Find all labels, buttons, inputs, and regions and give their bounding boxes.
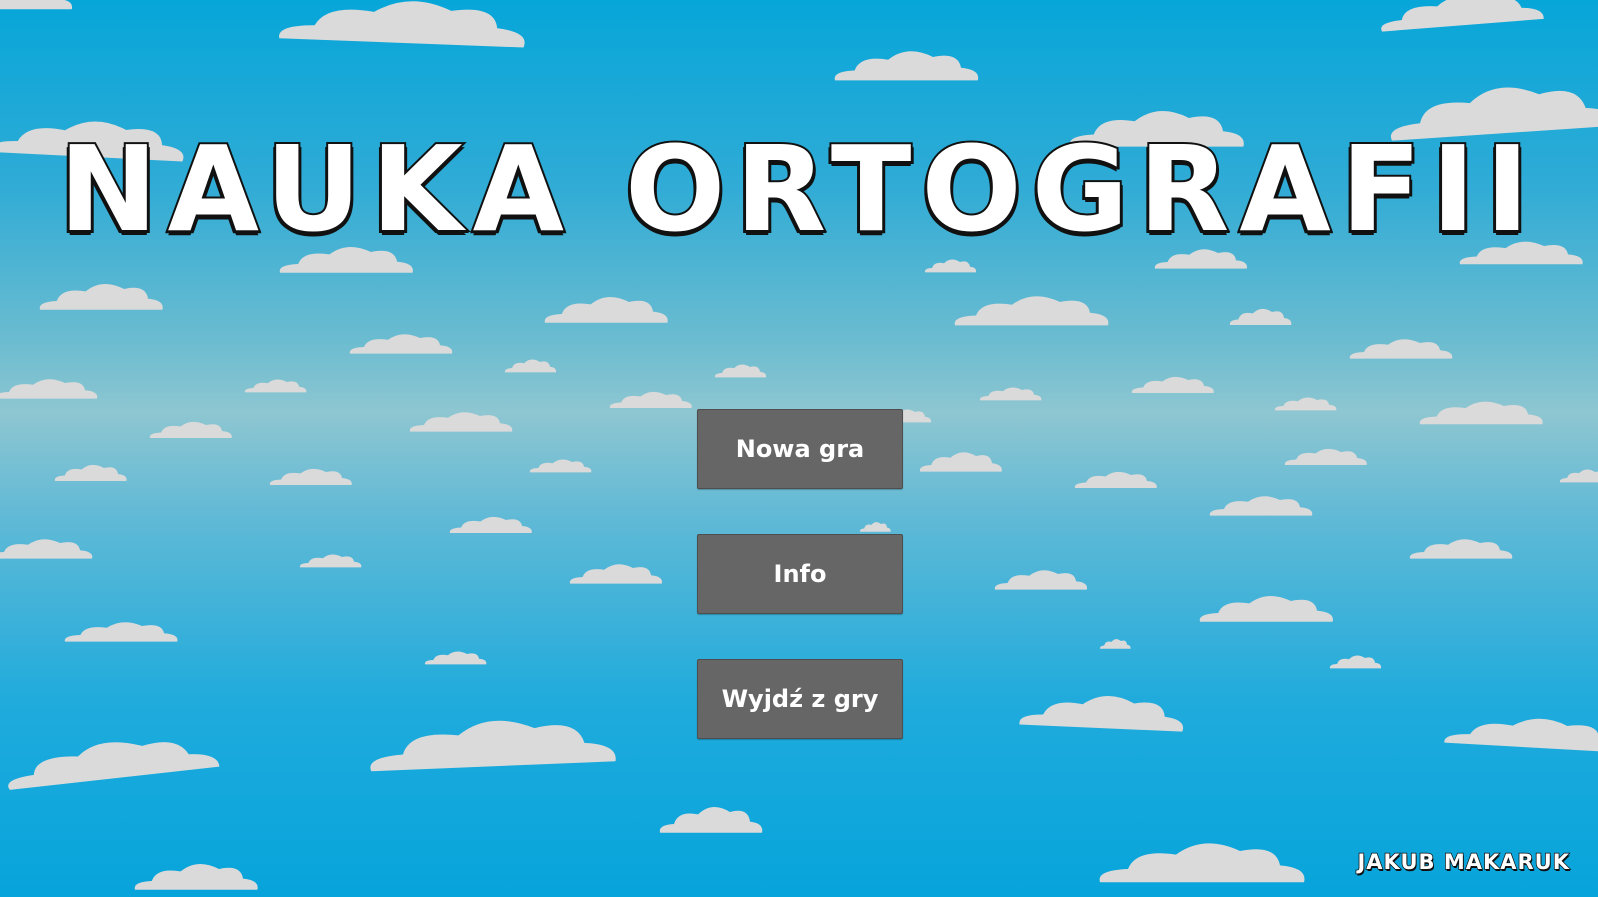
new-game-button[interactable]: Nowa gra <box>697 409 903 489</box>
game-title: NAUKA ORTOGRAFII <box>57 120 1540 258</box>
author-credit: JAKUB MAKARUK <box>1357 849 1570 875</box>
exit-game-button[interactable]: Wyjdź z gry <box>697 659 903 739</box>
main-menu-screen: NAUKA ORTOGRAFII Nowa gra Info Wyjdź z g… <box>0 0 1598 897</box>
info-button[interactable]: Info <box>697 534 903 614</box>
